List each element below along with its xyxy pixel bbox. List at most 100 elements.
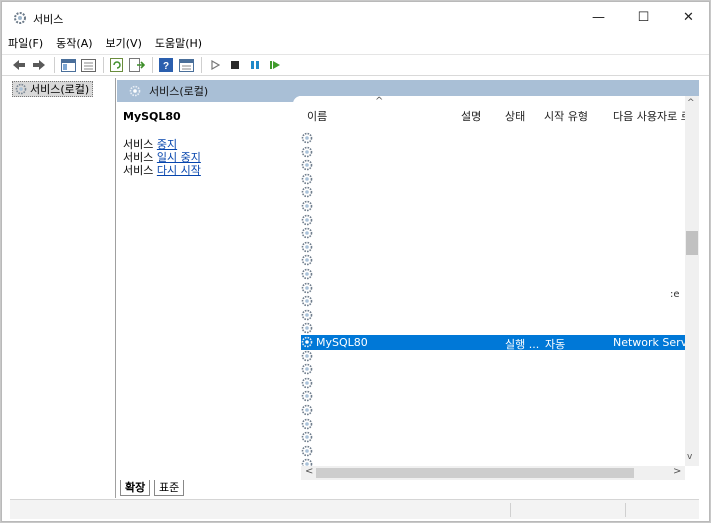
view-tabs: 확장 표준	[117, 480, 699, 498]
back-button[interactable]	[10, 56, 28, 74]
sort-ascending-icon: ^	[375, 96, 384, 107]
restart-service-link[interactable]: 다시 시작	[157, 164, 201, 177]
export-list-button[interactable]	[128, 56, 146, 74]
help-button[interactable]: ?	[157, 56, 175, 74]
menu-help[interactable]: 도움말(H)	[149, 35, 209, 53]
scroll-down-icon[interactable]: v	[687, 452, 692, 462]
menu-action[interactable]: 동작(A)	[50, 35, 99, 53]
menu-view[interactable]: 보기(V)	[100, 35, 149, 53]
column-header-startup-type[interactable]: 시작 유형	[544, 108, 588, 124]
service-gear-icon	[301, 323, 313, 334]
service-gear-icon	[301, 336, 313, 348]
service-gear-icon	[301, 132, 313, 144]
pause-service-button[interactable]	[246, 56, 264, 74]
column-header-description[interactable]: 설명	[461, 108, 481, 124]
status-bar-divider	[510, 503, 511, 517]
cell-startup-type: 자동	[545, 338, 566, 351]
service-gear-icon	[301, 350, 313, 361]
maximize-icon: ☐	[637, 9, 650, 25]
list-header: ^ 이름 설명 상태 시작 유형 다음 사용자로 로	[293, 96, 699, 132]
service-gear-icon	[301, 418, 313, 429]
menu-bar: 파일(F) 동작(A) 보기(V) 도움말(H)	[2, 35, 709, 53]
stop-service-button[interactable]	[226, 56, 244, 74]
selected-service-name: MySQL80	[123, 110, 181, 123]
services-gear-icon	[129, 85, 141, 97]
resume-service-icon	[269, 61, 280, 69]
cell-name: MySQL80	[316, 336, 368, 349]
pane-header-title: 서비스(로컬)	[149, 85, 209, 98]
vertical-scrollbar[interactable]: ^ v	[685, 96, 699, 466]
status-bar	[10, 499, 699, 519]
scroll-left-icon[interactable]: <	[305, 466, 313, 477]
close-button[interactable]: ✕	[666, 2, 711, 32]
services-pane: 서비스(로컬) MySQL80 서비스 중지 서비스 일시 중지 서비스 다시 …	[117, 78, 699, 498]
minimize-icon: —	[592, 9, 605, 25]
service-gear-icon	[301, 173, 313, 185]
tree-item-services-local[interactable]: 서비스(로컬)	[12, 81, 94, 97]
show-hide-tree-icon	[60, 58, 76, 72]
vertical-scroll-thumb[interactable]	[686, 231, 698, 255]
console-view-icon	[178, 58, 194, 72]
action-prefix: 서비스	[123, 164, 154, 177]
properties-button[interactable]	[79, 56, 97, 74]
toolbar: ?	[2, 54, 709, 76]
toolbar-separator	[54, 57, 55, 73]
toolbar-separator	[103, 57, 104, 73]
service-gear-icon	[301, 159, 313, 171]
console-tree: 서비스(로컬)	[10, 78, 116, 498]
scroll-right-icon[interactable]: >	[673, 466, 681, 477]
action-line-restart: 서비스 다시 시작	[123, 162, 201, 178]
service-gear-icon	[301, 214, 313, 225]
toolbar-separator	[201, 57, 202, 73]
pause-service-icon	[251, 61, 259, 69]
refresh-button[interactable]	[108, 56, 126, 74]
services-gear-icon	[15, 83, 27, 95]
forward-button[interactable]	[30, 56, 48, 74]
service-gear-icon	[301, 255, 313, 266]
title-bar: 서비스 — ☐ ✕	[2, 2, 709, 32]
close-icon: ✕	[683, 9, 694, 25]
service-gear-icon	[301, 146, 313, 157]
tree-item-label: 서비스(로컬)	[30, 83, 90, 96]
horizontal-scroll-thumb[interactable]	[316, 468, 634, 478]
tab-extended[interactable]: 확장	[120, 480, 151, 496]
start-service-button[interactable]	[206, 56, 224, 74]
properties-icon	[80, 58, 96, 72]
service-gear-icon	[301, 187, 313, 198]
column-header-name[interactable]: 이름	[307, 108, 327, 124]
menu-file[interactable]: 파일(F)	[2, 35, 50, 53]
status-bar-divider	[625, 503, 626, 517]
start-service-icon	[211, 60, 220, 70]
console-view-button[interactable]	[177, 56, 195, 74]
show-hide-tree-button[interactable]	[59, 56, 77, 74]
service-gear-icon	[301, 295, 313, 307]
column-header-status[interactable]: 상태	[505, 108, 525, 124]
refresh-icon	[109, 58, 123, 72]
service-description-panel: MySQL80 서비스 중지 서비스 일시 중지 서비스 다시 시작	[117, 102, 293, 480]
service-gear-icon	[301, 363, 313, 375]
export-list-icon	[129, 58, 145, 72]
forward-icon	[33, 60, 45, 70]
back-icon	[13, 60, 25, 70]
horizontal-scrollbar[interactable]: < >	[301, 466, 685, 480]
partial-cell-text: :e	[670, 289, 680, 300]
stop-service-icon	[231, 61, 239, 69]
help-icon: ?	[159, 58, 173, 72]
tab-standard[interactable]: 표준	[154, 480, 185, 496]
table-row-selected[interactable]: MySQL80 실행 ... 자동 Network Service	[301, 335, 699, 351]
minimize-button[interactable]: —	[576, 2, 621, 32]
scroll-up-icon[interactable]: ^	[687, 98, 695, 108]
service-gear-icon	[301, 241, 313, 253]
column-header-log-on-as[interactable]: 다음 사용자로 로	[613, 108, 691, 124]
service-gear-icon	[301, 445, 313, 457]
toolbar-separator	[152, 57, 153, 73]
service-gear-icon	[301, 377, 313, 389]
services-app-icon	[14, 12, 26, 24]
svg-text:?: ?	[163, 61, 169, 72]
window-title: 서비스	[33, 13, 64, 26]
services-window: 서비스 — ☐ ✕ 파일(F) 동작(A) 보기(V) 도움말(H) ? 서비스…	[1, 1, 710, 522]
service-gear-icon	[301, 431, 313, 443]
service-gear-icon	[301, 391, 313, 402]
resume-service-button[interactable]	[266, 56, 284, 74]
maximize-button[interactable]: ☐	[621, 2, 666, 32]
